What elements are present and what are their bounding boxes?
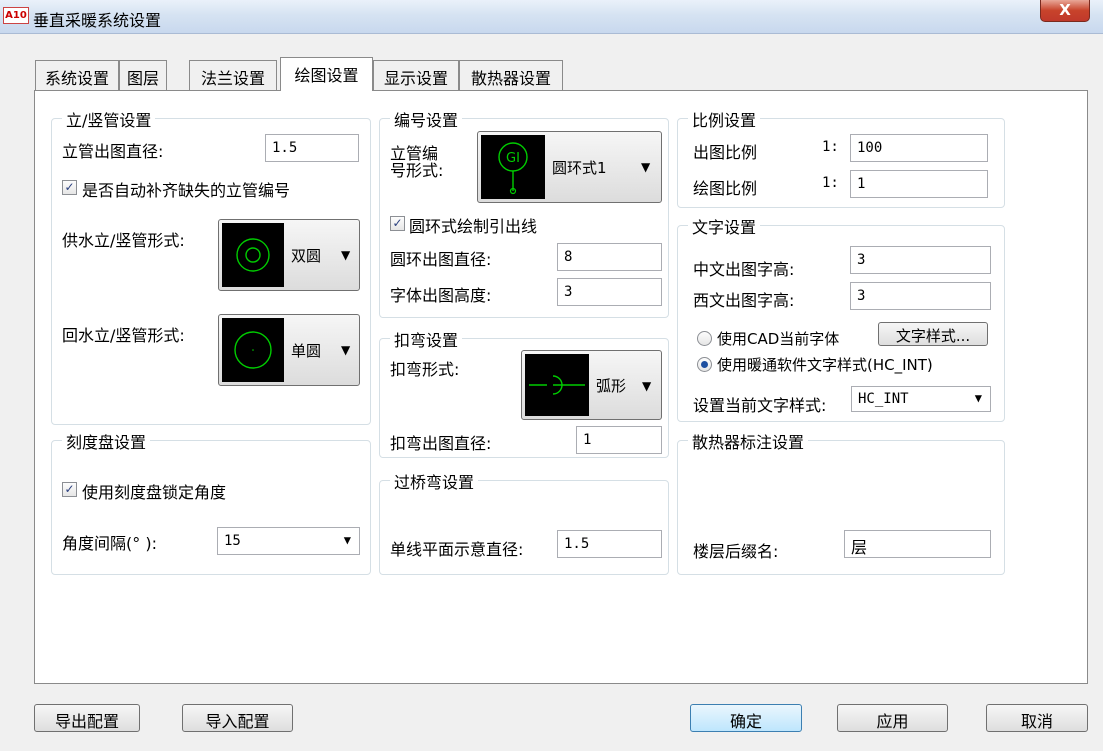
cn-height-input[interactable]: 3	[850, 246, 991, 274]
bend-form-value: 弧形	[596, 377, 627, 395]
double-circle-icon	[222, 223, 284, 287]
drawing-scale-label: 绘图比例	[693, 179, 758, 198]
use-hvac-style-label: 使用暖通软件文字样式(HC_INT)	[717, 356, 933, 374]
arc-bend-icon	[525, 354, 589, 416]
dial-lock-checkbox[interactable]: ✓	[62, 482, 77, 497]
numbering-form-label: 立管编 号形式:	[390, 145, 443, 179]
cancel-button[interactable]: 取消	[986, 704, 1088, 732]
auto-fill-label: 是否自动补齐缺失的立管编号	[82, 181, 291, 200]
chevron-down-icon: ▼	[974, 391, 982, 405]
supply-riser-value: 双圆	[291, 247, 322, 265]
floor-suffix-label: 楼层后缀名:	[693, 542, 779, 561]
font-height-input[interactable]: 3	[557, 278, 662, 306]
riser-diameter-input[interactable]: 1.5	[265, 134, 359, 162]
supply-riser-dropdown[interactable]: 双圆 ▼	[218, 219, 360, 291]
ring-number-preview-text: GI	[506, 151, 520, 166]
riser-diameter-label: 立管出图直径:	[62, 142, 164, 161]
output-scale-input[interactable]: 100	[850, 134, 988, 162]
current-style-select[interactable]: HC_INT ▼	[851, 386, 991, 412]
angle-interval-select[interactable]: 15 ▼	[217, 527, 360, 555]
use-cad-font-radio[interactable]	[697, 331, 712, 346]
riser-settings-title: 立/竖管设置	[62, 107, 156, 131]
scale-settings-title: 比例设置	[688, 107, 761, 131]
bend-form-dropdown[interactable]: 弧形 ▼	[521, 350, 662, 420]
title-bar: A10 垂直采暖系统设置 X	[0, 0, 1103, 34]
use-cad-font-label: 使用CAD当前字体	[717, 330, 840, 348]
return-riser-dropdown[interactable]: 单圆 ▼	[218, 314, 360, 386]
ring-number-icon: GI	[481, 135, 545, 199]
chevron-down-icon: ▼	[343, 533, 351, 547]
bridge-bend-group: 过桥弯设置	[379, 469, 669, 575]
ring-leader-checkbox[interactable]: ✓	[390, 216, 405, 231]
bridge-diameter-label: 单线平面示意直径:	[390, 540, 524, 559]
ok-button[interactable]: 确定	[690, 704, 802, 732]
tab-flange-settings[interactable]: 法兰设置	[189, 60, 277, 90]
numbering-form-value: 圆环式1	[552, 159, 607, 177]
cn-height-label: 中文出图字高:	[693, 260, 795, 279]
tab-system-settings[interactable]: 系统设置	[35, 60, 119, 90]
bend-form-label: 扣弯形式:	[390, 360, 460, 379]
bridge-diameter-input[interactable]: 1.5	[557, 530, 662, 558]
app-icon: A10	[3, 7, 29, 24]
text-settings-title: 文字设置	[688, 214, 761, 238]
text-style-button[interactable]: 文字样式...	[878, 322, 988, 346]
chevron-down-icon: ▼	[341, 248, 351, 262]
import-config-button[interactable]: 导入配置	[182, 704, 293, 732]
export-config-button[interactable]: 导出配置	[34, 704, 140, 732]
floor-suffix-input[interactable]: 层	[844, 530, 991, 558]
tab-layers[interactable]: 图层	[119, 60, 167, 90]
radiator-label-title: 散热器标注设置	[688, 429, 809, 453]
tab-radiator-settings[interactable]: 散热器设置	[459, 60, 563, 90]
chevron-down-icon: ▼	[641, 160, 651, 174]
supply-riser-label: 供水立/竖管形式:	[62, 231, 185, 250]
angle-interval-label: 角度间隔(° ):	[62, 534, 157, 553]
dial-settings-title: 刻度盘设置	[62, 429, 151, 453]
current-style-label: 设置当前文字样式:	[693, 396, 827, 415]
dial-lock-label: 使用刻度盘锁定角度	[82, 483, 227, 502]
drawing-scale-prefix: 1:	[822, 175, 839, 191]
chevron-down-icon: ▼	[642, 379, 652, 393]
bend-diameter-label: 扣弯出图直径:	[390, 434, 492, 453]
numbering-settings-title: 编号设置	[390, 107, 463, 131]
bridge-bend-title: 过桥弯设置	[390, 469, 479, 493]
auto-fill-checkbox[interactable]: ✓	[62, 180, 77, 195]
en-height-label: 西文出图字高:	[693, 291, 795, 310]
bend-settings-title: 扣弯设置	[390, 327, 463, 351]
close-button[interactable]: X	[1040, 0, 1090, 22]
tab-drawing-settings[interactable]: 绘图设置	[280, 57, 373, 91]
font-height-label: 字体出图高度:	[390, 286, 492, 305]
window-title: 垂直采暖系统设置	[33, 11, 162, 30]
apply-button[interactable]: 应用	[837, 704, 948, 732]
bend-diameter-input[interactable]: 1	[576, 426, 662, 454]
numbering-form-label-line2: 号形式:	[390, 161, 444, 180]
numbering-form-dropdown[interactable]: GI 圆环式1 ▼	[477, 131, 662, 203]
angle-interval-value: 15	[224, 533, 241, 549]
ring-leader-label: 圆环式绘制引出线	[409, 217, 538, 236]
tab-display-settings[interactable]: 显示设置	[373, 60, 459, 90]
output-scale-prefix: 1:	[822, 139, 839, 155]
chevron-down-icon: ▼	[341, 343, 351, 357]
single-circle-icon	[222, 318, 284, 382]
ring-diameter-label: 圆环出图直径:	[390, 250, 492, 269]
current-style-value: HC_INT	[858, 391, 909, 407]
use-hvac-style-radio[interactable]	[697, 357, 712, 372]
en-height-input[interactable]: 3	[850, 282, 991, 310]
ring-diameter-input[interactable]: 8	[557, 243, 662, 271]
return-riser-value: 单圆	[291, 342, 322, 360]
return-riser-label: 回水立/竖管形式:	[62, 326, 185, 345]
drawing-scale-input[interactable]: 1	[850, 170, 988, 198]
output-scale-label: 出图比例	[693, 143, 758, 162]
